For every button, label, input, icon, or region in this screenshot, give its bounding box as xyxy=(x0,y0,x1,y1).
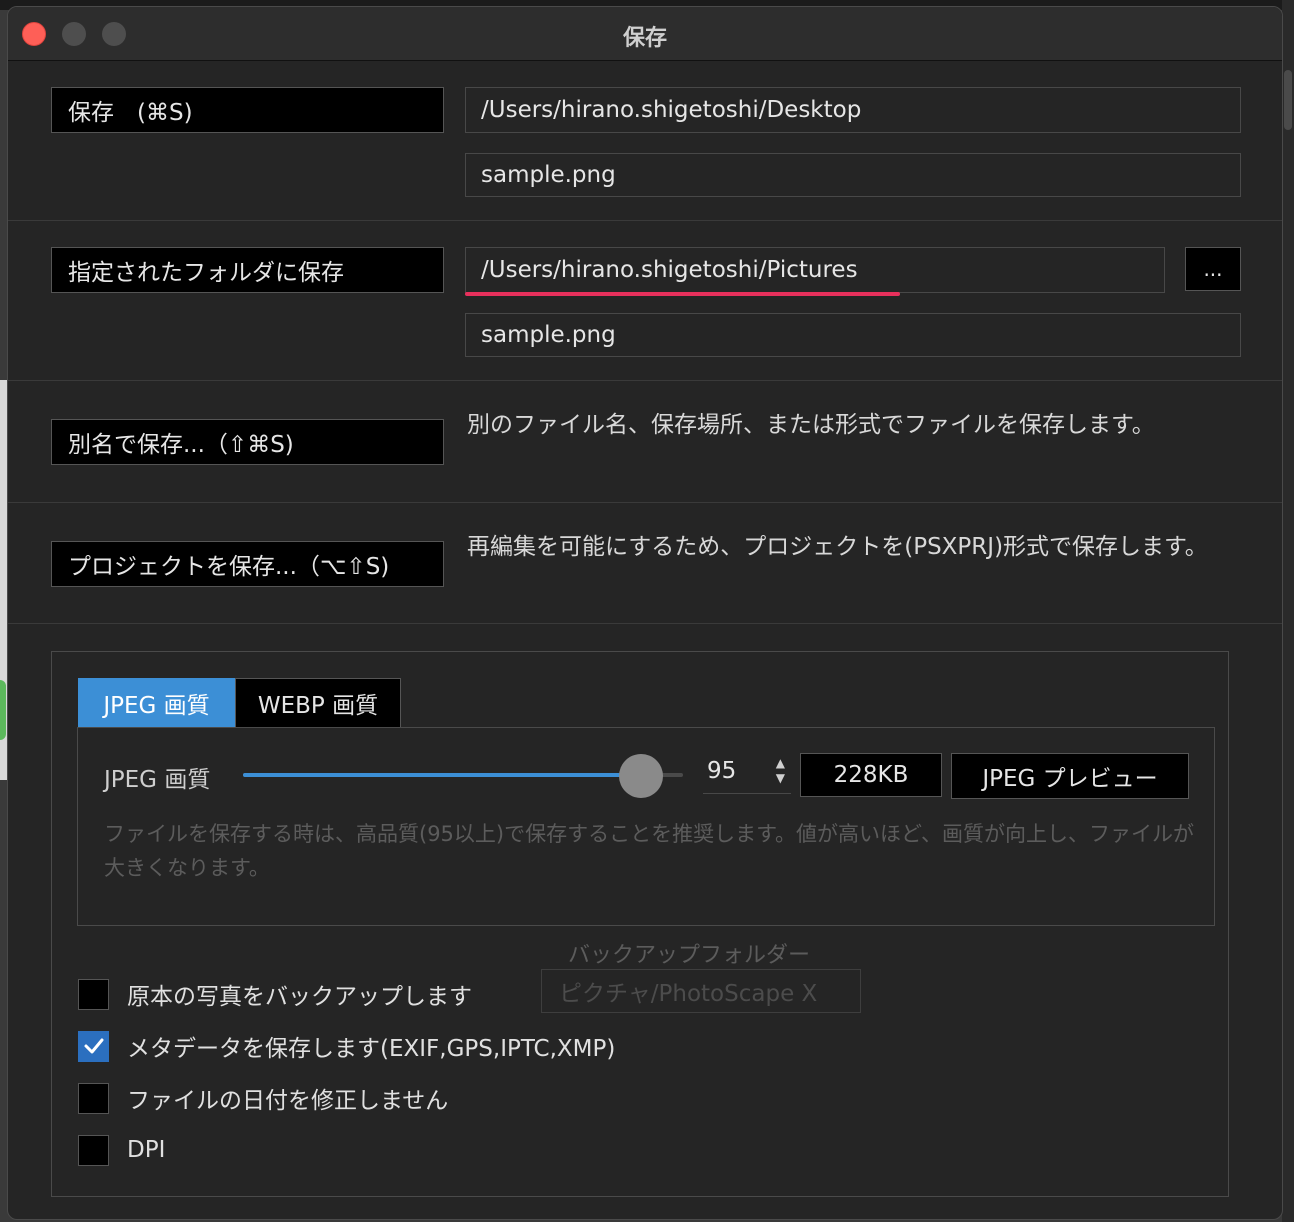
save-as-button[interactable]: 別名で保存...（⇧⌘S) xyxy=(51,419,444,465)
checkbox[interactable] xyxy=(78,978,109,1010)
background-green-marker xyxy=(0,680,6,740)
save-as-description: 別のファイル名、保存場所、または形式でファイルを保存します。 xyxy=(467,412,1155,438)
checkbox[interactable] xyxy=(78,1134,109,1166)
save-folder-field[interactable]: /Users/hirano.shigetoshi/Desktop xyxy=(465,87,1241,133)
quality-stepper[interactable]: 95 ▲ ▼ xyxy=(703,754,791,794)
quality-slider-thumb[interactable] xyxy=(619,754,663,798)
background-scroll-thumb xyxy=(1284,70,1292,130)
option-label: DPI xyxy=(127,1137,166,1163)
divider xyxy=(8,220,1282,221)
save-to-folder-button[interactable]: 指定されたフォルダに保存 xyxy=(51,247,444,293)
titlebar: 保存 xyxy=(8,7,1282,61)
quality-hint: ファイルを保存する時は、高品質(95以上)で保存することを推奨します。値が高いほ… xyxy=(104,822,1194,880)
option-save-metadata[interactable]: メタデータを保存します(EXIF,GPS,IPTC,XMP) xyxy=(78,1029,615,1063)
stepper-arrows-icon[interactable]: ▲ ▼ xyxy=(776,756,785,786)
option-label: ファイルの日付を修正しません xyxy=(127,1088,449,1114)
quality-value: 95 xyxy=(707,758,737,784)
tab-webp-quality[interactable]: WEBP 画質 xyxy=(235,678,401,728)
quality-slider-fill xyxy=(243,773,639,777)
divider xyxy=(8,623,1282,624)
option-keep-file-date[interactable]: ファイルの日付を修正しません xyxy=(78,1081,448,1115)
background-scrollbar xyxy=(1282,0,1294,1222)
save-dialog: 保存 保存 (⌘S) /Users/hirano.shigetoshi/Desk… xyxy=(7,6,1283,1220)
target-folder-field[interactable]: /Users/hirano.shigetoshi/Pictures xyxy=(465,247,1165,293)
file-size-display: 228KB xyxy=(800,753,942,797)
option-backup-original[interactable]: 原本の写真をバックアップします xyxy=(78,977,472,1011)
highlight-underline xyxy=(465,292,900,296)
quality-slider-track[interactable] xyxy=(243,773,683,777)
backup-folder-label: バックアップフォルダー xyxy=(568,943,811,968)
option-label: 原本の写真をバックアップします xyxy=(127,984,472,1010)
divider xyxy=(8,502,1282,503)
option-label: メタデータを保存します(EXIF,GPS,IPTC,XMP) xyxy=(127,1036,616,1062)
save-button[interactable]: 保存 (⌘S) xyxy=(51,87,444,133)
target-filename-field[interactable]: sample.png xyxy=(465,313,1241,357)
window-title: 保存 xyxy=(622,26,667,51)
save-project-description: 再編集を可能にするため、プロジェクトを(PSXPRJ)形式で保存します。 xyxy=(467,534,1208,560)
checkmark-icon xyxy=(84,1038,103,1054)
option-dpi[interactable]: DPI xyxy=(78,1133,165,1167)
backup-folder-field: ピクチャ/PhotoScape X xyxy=(541,969,861,1013)
save-project-button[interactable]: プロジェクトを保存...（⌥⇧S) xyxy=(51,541,444,587)
checkbox[interactable] xyxy=(78,1082,109,1114)
quality-slider-label: JPEG 画質 xyxy=(104,767,211,793)
save-filename-field[interactable]: sample.png xyxy=(465,153,1241,197)
checkbox[interactable] xyxy=(78,1030,109,1062)
tab-jpeg-quality[interactable]: JPEG 画質 xyxy=(78,678,235,728)
divider xyxy=(8,380,1282,381)
jpeg-preview-button[interactable]: JPEG プレビュー xyxy=(951,753,1189,799)
browse-folder-button[interactable]: ... xyxy=(1185,247,1241,291)
